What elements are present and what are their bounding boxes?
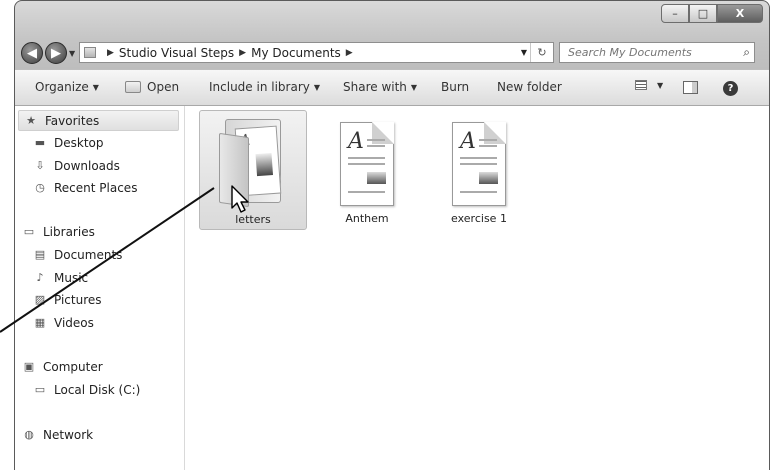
content-area: ★ Favorites ▬ Desktop ⇩ Downloads ◷ Recent P… <box>15 106 769 470</box>
pictures-icon: ▨ <box>34 293 46 306</box>
documents-icon: ▤ <box>34 248 46 261</box>
preview-pane-icon <box>683 81 698 94</box>
help-icon: ? <box>723 81 738 96</box>
sidebar-item-label: Videos <box>54 315 94 330</box>
change-view-button[interactable]: ▼ <box>635 80 663 90</box>
search-icon[interactable]: ⌕ <box>743 45 750 60</box>
preview-pane-button[interactable] <box>683 81 698 94</box>
folder-icon <box>84 47 96 58</box>
sidebar-item-computer[interactable]: ▣ Computer <box>22 356 103 377</box>
music-icon: ♪ <box>36 271 44 284</box>
open-label: Open <box>147 80 180 94</box>
burn-label: Burn <box>441 80 470 94</box>
sidebar-item-label: Desktop <box>54 135 104 150</box>
star-icon: ★ <box>26 114 36 127</box>
chevron-down-icon: ▼ <box>92 82 99 92</box>
search-input[interactable] <box>566 45 730 60</box>
sidebar-item-label: Libraries <box>43 224 95 239</box>
navigation-pane[interactable]: ★ Favorites ▬ Desktop ⇩ Downloads ◷ Recent P… <box>15 106 185 470</box>
address-history-chevron-down-icon[interactable]: ▼ <box>521 48 527 57</box>
document-icon: A <box>452 122 506 206</box>
new-folder-label: New folder <box>497 80 562 94</box>
file-item-exercise-1[interactable]: A exercise 1 <box>425 110 533 230</box>
sidebar-item-music[interactable]: ♪ Music <box>33 267 88 288</box>
sidebar-item-pictures[interactable]: ▨ Pictures <box>33 289 102 310</box>
mouse-pointer-icon <box>231 185 249 213</box>
sidebar-item-label: Favorites <box>45 113 100 128</box>
share-with-label: Share with <box>343 80 407 94</box>
sidebar-item-recent-places[interactable]: ◷ Recent Places <box>33 177 137 198</box>
hard-disk-icon: ▭ <box>34 383 46 396</box>
file-item-label: exercise 1 <box>451 212 507 225</box>
sidebar-item-downloads[interactable]: ⇩ Downloads <box>33 155 120 176</box>
sidebar-item-videos[interactable]: ▦ Videos <box>33 312 94 333</box>
downloads-icon: ⇩ <box>35 159 45 172</box>
sidebar-item-libraries[interactable]: ▭ Libraries <box>22 221 95 242</box>
sidebar-item-network[interactable]: ◍ Network <box>22 424 93 445</box>
sidebar-item-favorites[interactable]: ★ Favorites <box>18 110 179 131</box>
sidebar-item-label: Network <box>43 427 94 442</box>
libraries-icon: ▭ <box>23 225 35 238</box>
refresh-icon[interactable]: ↻ <box>530 43 553 62</box>
sidebar-item-label: Documents <box>54 247 123 262</box>
file-list[interactable]: A letters A Anthem A <box>185 106 769 470</box>
sidebar-item-label: Recent Places <box>54 180 138 195</box>
desktop-icon: ▬ <box>34 136 46 149</box>
breadcrumb-separator-icon[interactable]: ▶ <box>239 48 246 58</box>
recent-places-icon: ◷ <box>35 181 45 194</box>
sidebar-item-label: Music <box>54 270 89 285</box>
breadcrumb-studio-visual-steps[interactable]: Studio Visual Steps <box>119 46 234 60</box>
chevron-down-icon: ▼ <box>657 80 664 90</box>
organize-button[interactable]: Organize ▼ <box>35 80 99 94</box>
sidebar-item-label: Local Disk (C:) <box>54 382 141 397</box>
help-button[interactable]: ? <box>723 81 738 96</box>
breadcrumb-separator-icon[interactable]: ▶ <box>107 48 114 58</box>
chevron-down-icon: ▼ <box>410 82 418 92</box>
window-controls: – □ X <box>661 4 763 23</box>
network-icon: ◍ <box>24 428 34 441</box>
sidebar-item-label: Computer <box>43 359 103 374</box>
open-button[interactable]: Open <box>125 80 179 94</box>
view-details-icon <box>635 80 647 90</box>
open-icon <box>125 81 141 93</box>
include-in-library-button[interactable]: Include in library ▼ <box>209 80 320 94</box>
breadcrumb-separator-icon[interactable]: ▶ <box>346 48 353 58</box>
back-button[interactable]: ◀ <box>21 42 43 64</box>
chevron-down-icon: ▼ <box>313 82 321 92</box>
search-box[interactable]: ⌕ <box>559 42 755 63</box>
include-in-library-label: Include in library <box>209 80 310 94</box>
command-bar: Organize ▼ Open Include in library ▼ Share… <box>15 69 769 106</box>
forward-button[interactable]: ▶ <box>45 42 67 64</box>
recent-pages-chevron-down-icon[interactable]: ▼ <box>69 49 75 58</box>
document-icon: A <box>340 122 394 206</box>
burn-button[interactable]: Burn <box>441 80 469 94</box>
address-bar[interactable]: ▶ Studio Visual Steps ▶ My Documents ▶ ▼… <box>79 42 554 63</box>
sidebar-item-documents[interactable]: ▤ Documents <box>33 244 123 265</box>
file-item-label: Anthem <box>345 212 389 225</box>
new-folder-button[interactable]: New folder <box>497 80 562 94</box>
explorer-window: – □ X ◀ ▶ ▼ ▶ Studio Visual Steps ▶ My D… <box>14 0 770 470</box>
navigation-bar: ◀ ▶ ▼ ▶ Studio Visual Steps ▶ My Documen… <box>15 41 769 65</box>
breadcrumb-my-documents[interactable]: My Documents <box>251 46 341 60</box>
back-arrow-icon: ◀ <box>27 45 37 61</box>
minimize-button[interactable]: – <box>661 4 689 23</box>
sidebar-item-local-disk[interactable]: ▭ Local Disk (C:) <box>33 379 141 400</box>
share-with-button[interactable]: Share with ▼ <box>343 80 417 94</box>
file-item-anthem[interactable]: A Anthem <box>313 110 421 230</box>
organize-label: Organize <box>35 80 89 94</box>
maximize-button[interactable]: □ <box>689 4 717 23</box>
close-button[interactable]: X <box>717 4 763 23</box>
sidebar-item-label: Downloads <box>54 158 120 173</box>
sidebar-item-desktop[interactable]: ▬ Desktop <box>33 132 104 153</box>
forward-arrow-icon: ▶ <box>51 45 61 61</box>
videos-icon: ▦ <box>34 316 46 329</box>
sidebar-item-label: Pictures <box>54 292 102 307</box>
computer-icon: ▣ <box>23 360 35 373</box>
